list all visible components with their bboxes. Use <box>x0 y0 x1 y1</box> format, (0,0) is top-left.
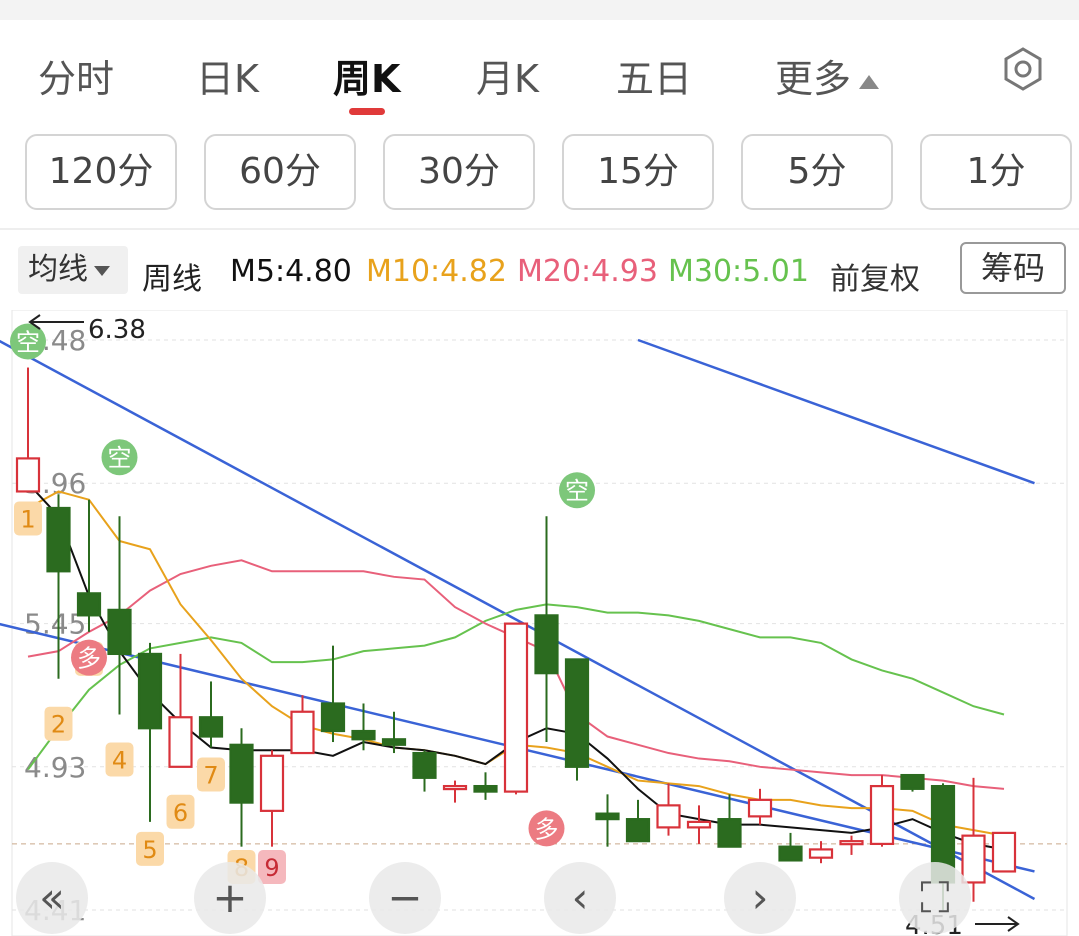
fullscreen-button[interactable]: ⛶ <box>899 862 971 934</box>
tab-weekly-k[interactable]: 周K <box>333 48 400 103</box>
candle-body <box>747 798 773 818</box>
status-strip <box>0 0 1079 20</box>
ma20-value: M20:4.93 <box>517 254 658 289</box>
chips-button[interactable]: 筹码 <box>960 242 1066 294</box>
tab-five-day[interactable]: 五日 <box>616 48 692 103</box>
candle-body <box>869 784 895 846</box>
high-price-marker: 6.38 <box>88 315 146 345</box>
sequence-number: 6 <box>173 799 188 827</box>
rewind-button[interactable]: « <box>16 862 88 934</box>
candle-body <box>503 622 529 793</box>
settings-hex-icon[interactable] <box>1000 46 1046 92</box>
interval-30min-button[interactable]: 30分 <box>383 134 535 210</box>
interval-1min-button[interactable]: 1分 <box>920 134 1072 210</box>
interval-120min-button[interactable]: 120分 <box>25 134 177 210</box>
fullscreen-icon: ⛶ <box>920 873 949 922</box>
candlestick-chart[interactable]: 6.485.965.454.934.41123456789空空空多多6.384.… <box>0 310 1079 936</box>
rewind-icon: « <box>39 873 65 922</box>
candle-body <box>778 845 803 862</box>
right-arrow-icon <box>975 916 1020 932</box>
signal-text: 空 <box>16 329 40 357</box>
signal-text: 空 <box>565 477 589 505</box>
candle-body <box>381 738 407 746</box>
candle-body <box>717 818 742 848</box>
zoom-out-icon: − <box>387 873 422 922</box>
signal-text: 多 <box>535 815 559 843</box>
tab-more[interactable]: 更多 <box>775 48 880 103</box>
trend-line <box>637 338 1035 485</box>
average-line-label: 均线 <box>28 252 88 287</box>
ma30-value: M30:5.01 <box>668 254 809 289</box>
candle-body <box>259 754 285 812</box>
interval-5min-button[interactable]: 5分 <box>741 134 893 210</box>
candle-body <box>15 457 41 493</box>
candle-body <box>900 773 925 790</box>
sequence-number: 1 <box>20 505 35 533</box>
active-tab-indicator <box>349 108 385 115</box>
candle-body <box>991 831 1017 873</box>
ma10-value: M10:4.82 <box>366 254 507 289</box>
tab-daily-k[interactable]: 日K <box>196 48 259 103</box>
candle-body <box>839 840 864 846</box>
candle-body <box>198 716 224 738</box>
candle-body <box>229 743 254 804</box>
candle-body <box>534 614 559 675</box>
candle-body <box>412 751 437 779</box>
candle-body <box>168 716 193 768</box>
signal-text: 多 <box>77 645 101 673</box>
sequence-number: 4 <box>112 746 127 774</box>
prev-button[interactable]: ‹ <box>544 862 616 934</box>
average-line-selector[interactable]: 均线 <box>18 246 128 294</box>
prev-icon: ‹ <box>572 873 589 922</box>
candle-body <box>656 804 681 829</box>
candle-body <box>564 658 590 768</box>
candle-body <box>351 729 376 741</box>
candle-body <box>442 784 468 791</box>
caret-up-icon <box>859 74 880 89</box>
sequence-number: 2 <box>51 711 66 739</box>
next-icon: › <box>752 873 769 922</box>
interval-15min-button[interactable]: 15分 <box>562 134 714 210</box>
candle-body <box>290 710 315 755</box>
zoom-in-icon: + <box>212 873 247 922</box>
candle-body <box>686 820 712 829</box>
candle-body <box>107 608 132 656</box>
period-tabs: 分时 日K 周K 月K 五日 更多 <box>0 20 1079 120</box>
divider <box>0 228 1079 230</box>
candle-body <box>76 592 102 617</box>
price-axis-label: 4.93 <box>24 751 86 784</box>
candle-body <box>961 834 986 884</box>
candle-body <box>808 848 834 859</box>
adjust-mode[interactable]: 前复权 <box>830 254 920 298</box>
candle-body <box>137 652 163 730</box>
period-label: 周线 <box>142 262 202 297</box>
zoom-in-button[interactable]: + <box>194 862 266 934</box>
tab-monthly-k[interactable]: 月K <box>476 48 539 103</box>
caret-down-icon <box>94 265 110 276</box>
signal-text: 空 <box>108 444 132 472</box>
moving-average-bar: 均线 周线 M5:4.80 M10:4.82 M20:4.93 M30:5.01… <box>0 240 1079 304</box>
sequence-number: 9 <box>264 854 279 882</box>
interval-60min-button[interactable]: 60分 <box>204 134 356 210</box>
ma5-value: M5:4.80 <box>230 254 352 289</box>
candle-body <box>46 506 71 573</box>
tab-fenshi[interactable]: 分时 <box>38 48 114 103</box>
sequence-number: 7 <box>203 762 218 790</box>
zoom-out-button[interactable]: − <box>369 862 441 934</box>
candle-body <box>320 702 346 733</box>
tab-more-label: 更多 <box>775 57 852 101</box>
interval-buttons: 120分 60分 30分 15分 5分 1分 <box>0 134 1079 214</box>
next-button[interactable]: › <box>724 862 796 934</box>
sequence-number: 5 <box>142 836 157 864</box>
candle-body <box>473 784 498 793</box>
candle-body <box>595 812 620 821</box>
candle-body <box>625 818 651 843</box>
